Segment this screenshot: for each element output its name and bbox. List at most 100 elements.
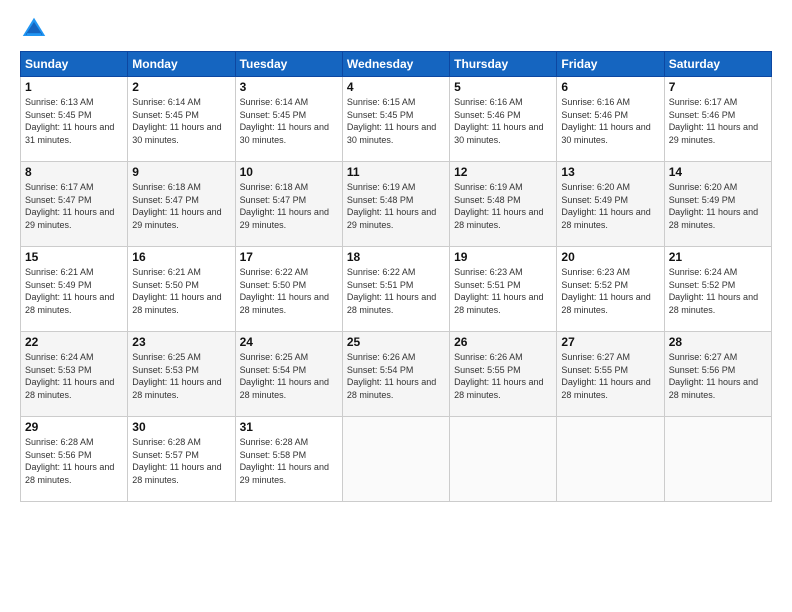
day-number: 21 — [669, 250, 767, 264]
calendar-cell: 31 Sunrise: 6:28 AM Sunset: 5:58 PM Dayl… — [235, 417, 342, 502]
day-header-wednesday: Wednesday — [342, 52, 449, 77]
calendar-cell: 8 Sunrise: 6:17 AM Sunset: 5:47 PM Dayli… — [21, 162, 128, 247]
calendar-cell: 9 Sunrise: 6:18 AM Sunset: 5:47 PM Dayli… — [128, 162, 235, 247]
calendar-cell: 10 Sunrise: 6:18 AM Sunset: 5:47 PM Dayl… — [235, 162, 342, 247]
day-header-thursday: Thursday — [450, 52, 557, 77]
day-detail: Sunrise: 6:19 AM Sunset: 5:48 PM Dayligh… — [454, 181, 552, 231]
logo-icon — [20, 15, 48, 43]
day-detail: Sunrise: 6:16 AM Sunset: 5:46 PM Dayligh… — [561, 96, 659, 146]
day-number: 9 — [132, 165, 230, 179]
calendar-header-row: SundayMondayTuesdayWednesdayThursdayFrid… — [21, 52, 772, 77]
day-detail: Sunrise: 6:24 AM Sunset: 5:53 PM Dayligh… — [25, 351, 123, 401]
day-number: 11 — [347, 165, 445, 179]
calendar-cell: 21 Sunrise: 6:24 AM Sunset: 5:52 PM Dayl… — [664, 247, 771, 332]
day-detail: Sunrise: 6:18 AM Sunset: 5:47 PM Dayligh… — [132, 181, 230, 231]
logo — [20, 15, 52, 43]
calendar-cell: 12 Sunrise: 6:19 AM Sunset: 5:48 PM Dayl… — [450, 162, 557, 247]
day-detail: Sunrise: 6:27 AM Sunset: 5:56 PM Dayligh… — [669, 351, 767, 401]
day-number: 15 — [25, 250, 123, 264]
day-detail: Sunrise: 6:28 AM Sunset: 5:57 PM Dayligh… — [132, 436, 230, 486]
page: SundayMondayTuesdayWednesdayThursdayFrid… — [0, 0, 792, 612]
day-number: 17 — [240, 250, 338, 264]
day-detail: Sunrise: 6:26 AM Sunset: 5:55 PM Dayligh… — [454, 351, 552, 401]
day-number: 2 — [132, 80, 230, 94]
day-detail: Sunrise: 6:14 AM Sunset: 5:45 PM Dayligh… — [132, 96, 230, 146]
calendar-cell: 13 Sunrise: 6:20 AM Sunset: 5:49 PM Dayl… — [557, 162, 664, 247]
calendar-cell: 7 Sunrise: 6:17 AM Sunset: 5:46 PM Dayli… — [664, 77, 771, 162]
calendar-cell: 24 Sunrise: 6:25 AM Sunset: 5:54 PM Dayl… — [235, 332, 342, 417]
day-detail: Sunrise: 6:13 AM Sunset: 5:45 PM Dayligh… — [25, 96, 123, 146]
day-number: 5 — [454, 80, 552, 94]
header — [20, 15, 772, 43]
calendar-cell: 26 Sunrise: 6:26 AM Sunset: 5:55 PM Dayl… — [450, 332, 557, 417]
day-detail: Sunrise: 6:23 AM Sunset: 5:51 PM Dayligh… — [454, 266, 552, 316]
day-number: 31 — [240, 420, 338, 434]
day-number: 8 — [25, 165, 123, 179]
day-number: 26 — [454, 335, 552, 349]
day-number: 29 — [25, 420, 123, 434]
day-number: 4 — [347, 80, 445, 94]
day-detail: Sunrise: 6:22 AM Sunset: 5:51 PM Dayligh… — [347, 266, 445, 316]
day-detail: Sunrise: 6:25 AM Sunset: 5:53 PM Dayligh… — [132, 351, 230, 401]
day-header-friday: Friday — [557, 52, 664, 77]
calendar-cell: 22 Sunrise: 6:24 AM Sunset: 5:53 PM Dayl… — [21, 332, 128, 417]
day-number: 14 — [669, 165, 767, 179]
day-detail: Sunrise: 6:14 AM Sunset: 5:45 PM Dayligh… — [240, 96, 338, 146]
day-header-monday: Monday — [128, 52, 235, 77]
day-detail: Sunrise: 6:26 AM Sunset: 5:54 PM Dayligh… — [347, 351, 445, 401]
day-detail: Sunrise: 6:17 AM Sunset: 5:46 PM Dayligh… — [669, 96, 767, 146]
calendar-cell: 17 Sunrise: 6:22 AM Sunset: 5:50 PM Dayl… — [235, 247, 342, 332]
day-number: 7 — [669, 80, 767, 94]
day-number: 16 — [132, 250, 230, 264]
day-detail: Sunrise: 6:17 AM Sunset: 5:47 PM Dayligh… — [25, 181, 123, 231]
day-number: 18 — [347, 250, 445, 264]
calendar-cell: 25 Sunrise: 6:26 AM Sunset: 5:54 PM Dayl… — [342, 332, 449, 417]
day-detail: Sunrise: 6:20 AM Sunset: 5:49 PM Dayligh… — [561, 181, 659, 231]
day-detail: Sunrise: 6:25 AM Sunset: 5:54 PM Dayligh… — [240, 351, 338, 401]
day-header-tuesday: Tuesday — [235, 52, 342, 77]
day-number: 12 — [454, 165, 552, 179]
calendar-week-4: 22 Sunrise: 6:24 AM Sunset: 5:53 PM Dayl… — [21, 332, 772, 417]
calendar-cell: 2 Sunrise: 6:14 AM Sunset: 5:45 PM Dayli… — [128, 77, 235, 162]
day-detail: Sunrise: 6:20 AM Sunset: 5:49 PM Dayligh… — [669, 181, 767, 231]
calendar-cell: 3 Sunrise: 6:14 AM Sunset: 5:45 PM Dayli… — [235, 77, 342, 162]
calendar-cell: 1 Sunrise: 6:13 AM Sunset: 5:45 PM Dayli… — [21, 77, 128, 162]
calendar-cell: 5 Sunrise: 6:16 AM Sunset: 5:46 PM Dayli… — [450, 77, 557, 162]
calendar-cell: 29 Sunrise: 6:28 AM Sunset: 5:56 PM Dayl… — [21, 417, 128, 502]
calendar-cell: 27 Sunrise: 6:27 AM Sunset: 5:55 PM Dayl… — [557, 332, 664, 417]
day-detail: Sunrise: 6:28 AM Sunset: 5:58 PM Dayligh… — [240, 436, 338, 486]
day-number: 13 — [561, 165, 659, 179]
day-number: 22 — [25, 335, 123, 349]
calendar-cell: 30 Sunrise: 6:28 AM Sunset: 5:57 PM Dayl… — [128, 417, 235, 502]
day-detail: Sunrise: 6:21 AM Sunset: 5:50 PM Dayligh… — [132, 266, 230, 316]
calendar-cell: 16 Sunrise: 6:21 AM Sunset: 5:50 PM Dayl… — [128, 247, 235, 332]
day-detail: Sunrise: 6:19 AM Sunset: 5:48 PM Dayligh… — [347, 181, 445, 231]
day-number: 20 — [561, 250, 659, 264]
day-detail: Sunrise: 6:21 AM Sunset: 5:49 PM Dayligh… — [25, 266, 123, 316]
day-number: 30 — [132, 420, 230, 434]
calendar-week-1: 1 Sunrise: 6:13 AM Sunset: 5:45 PM Dayli… — [21, 77, 772, 162]
calendar-cell — [557, 417, 664, 502]
day-header-sunday: Sunday — [21, 52, 128, 77]
calendar-cell: 15 Sunrise: 6:21 AM Sunset: 5:49 PM Dayl… — [21, 247, 128, 332]
calendar-week-3: 15 Sunrise: 6:21 AM Sunset: 5:49 PM Dayl… — [21, 247, 772, 332]
day-number: 6 — [561, 80, 659, 94]
calendar-cell: 19 Sunrise: 6:23 AM Sunset: 5:51 PM Dayl… — [450, 247, 557, 332]
day-number: 10 — [240, 165, 338, 179]
calendar-cell: 14 Sunrise: 6:20 AM Sunset: 5:49 PM Dayl… — [664, 162, 771, 247]
day-number: 19 — [454, 250, 552, 264]
calendar-cell: 23 Sunrise: 6:25 AM Sunset: 5:53 PM Dayl… — [128, 332, 235, 417]
day-detail: Sunrise: 6:22 AM Sunset: 5:50 PM Dayligh… — [240, 266, 338, 316]
calendar-cell: 20 Sunrise: 6:23 AM Sunset: 5:52 PM Dayl… — [557, 247, 664, 332]
day-detail: Sunrise: 6:18 AM Sunset: 5:47 PM Dayligh… — [240, 181, 338, 231]
calendar-week-5: 29 Sunrise: 6:28 AM Sunset: 5:56 PM Dayl… — [21, 417, 772, 502]
calendar-cell — [664, 417, 771, 502]
calendar-table: SundayMondayTuesdayWednesdayThursdayFrid… — [20, 51, 772, 502]
day-number: 23 — [132, 335, 230, 349]
calendar-week-2: 8 Sunrise: 6:17 AM Sunset: 5:47 PM Dayli… — [21, 162, 772, 247]
calendar-cell: 18 Sunrise: 6:22 AM Sunset: 5:51 PM Dayl… — [342, 247, 449, 332]
day-number: 24 — [240, 335, 338, 349]
calendar-cell: 28 Sunrise: 6:27 AM Sunset: 5:56 PM Dayl… — [664, 332, 771, 417]
day-detail: Sunrise: 6:28 AM Sunset: 5:56 PM Dayligh… — [25, 436, 123, 486]
day-detail: Sunrise: 6:27 AM Sunset: 5:55 PM Dayligh… — [561, 351, 659, 401]
